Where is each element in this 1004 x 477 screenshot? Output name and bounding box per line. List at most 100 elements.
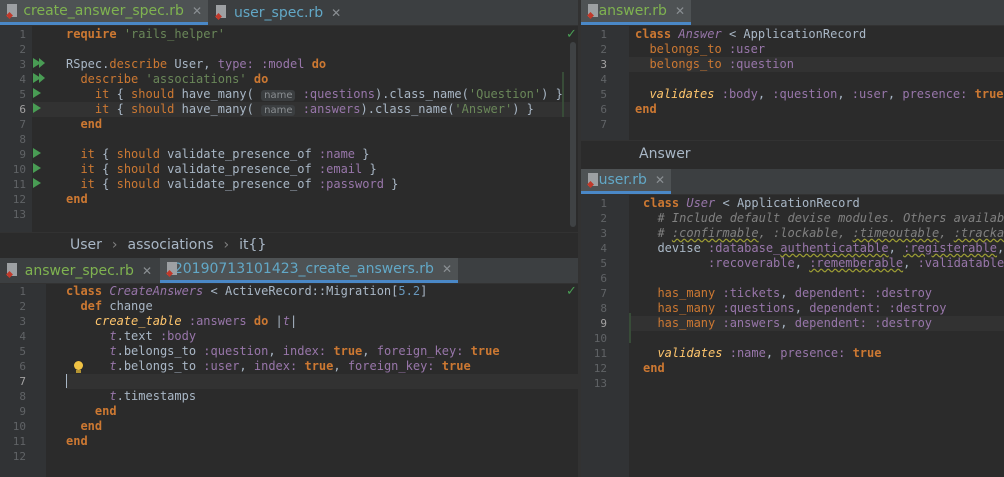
checkmark-icon: ✓ [566, 284, 577, 299]
line-number: 10 [593, 332, 607, 345]
code-line: it { should have_many( name :answers).cl… [94, 102, 534, 116]
tab-create-answer-spec[interactable]: create_answer_spec.rb ✕ [0, 0, 208, 25]
code-line: has_many :tickets, dependent: :destroy [657, 286, 933, 300]
editor-pane-answer-model: answer.rb ✕ 1 2 3 4 5 6 7 class Answer <… [581, 0, 1004, 140]
line-number: 6 [600, 103, 607, 116]
line-number: 4 [600, 242, 607, 255]
run-all-tests-icon[interactable] [33, 58, 45, 68]
ruby-file-icon [587, 172, 598, 188]
line-number: 11 [12, 435, 26, 448]
run-test-icon[interactable] [33, 178, 41, 188]
current-line-highlight [66, 374, 578, 389]
line-number: 8 [600, 302, 607, 315]
gutter: 1 2 3 4 5 6 7 8 9 10 11 12 13 [581, 195, 629, 477]
tab-label: user.rb [598, 172, 647, 188]
tab-user-model[interactable]: user.rb ✕ [581, 169, 671, 194]
code-line: belongs_to :user [649, 42, 766, 56]
line-number: 12 [12, 193, 26, 206]
code-line: t.text :body [109, 329, 197, 343]
line-number: 9 [19, 148, 26, 161]
change-marker [629, 313, 631, 343]
run-all-tests-icon[interactable] [33, 73, 45, 83]
line-number: 3 [600, 227, 607, 240]
tab-user-spec[interactable]: user_spec.rb ✕ [209, 0, 349, 25]
code-line: it { should validate_presence_of :name } [80, 147, 370, 161]
chevron-right-icon: › [111, 236, 118, 253]
code-line: describe 'associations' do [80, 72, 269, 86]
breadcrumb-item[interactable]: Answer [639, 146, 691, 162]
code-line: t.belongs_to :user, index: true, foreign… [109, 359, 471, 373]
tab-create-answers-migration[interactable]: 20190713101423_create_answers.rb ✕ [160, 258, 458, 283]
code-line: class User < ApplicationRecord [643, 196, 860, 210]
code-line: t.timestamps [109, 389, 197, 403]
line-number: 13 [593, 377, 607, 390]
breadcrumb-item[interactable]: associations [128, 237, 214, 253]
run-test-icon[interactable] [33, 163, 41, 173]
line-number: 1 [600, 197, 607, 210]
ruby-test-file-icon [6, 3, 18, 19]
close-icon[interactable]: ✕ [675, 4, 685, 18]
tab-answer-spec[interactable]: answer_spec.rb ✕ [0, 258, 158, 283]
scrollbar[interactable] [570, 42, 576, 227]
breadcrumb-bar: Answer [581, 140, 1004, 169]
line-number: 7 [600, 287, 607, 300]
gutter: 1 2 3 4 5 6 7 [581, 26, 629, 140]
code-line: end [66, 192, 88, 206]
close-icon[interactable]: ✕ [655, 173, 665, 187]
editor-pane-user-model: user.rb ✕ 1 2 3 4 5 6 7 8 9 10 11 12 13 … [581, 169, 1004, 477]
line-number: 7 [600, 118, 607, 131]
close-icon[interactable]: ✕ [331, 6, 341, 20]
line-number: 11 [12, 178, 26, 191]
tab-bar: create_answer_spec.rb ✕ user_spec.rb ✕ [0, 0, 578, 26]
line-number: 7 [19, 118, 26, 131]
ruby-test-file-icon [215, 5, 229, 20]
line-number: 1 [19, 28, 26, 41]
breadcrumb: User › associations › it{} [0, 232, 578, 256]
code-line: # :confirmable, :lockable, :timeoutable,… [643, 226, 1004, 240]
code-line: it { should have_many( name :questions).… [94, 87, 563, 101]
code-line: belongs_to :question [649, 57, 794, 71]
run-test-icon[interactable] [33, 103, 41, 113]
parameter-hint: name [261, 90, 296, 101]
run-test-icon[interactable] [33, 88, 41, 98]
code-line: has_many :questions, dependent: :destroy [657, 301, 947, 315]
tab-answer-model[interactable]: answer.rb ✕ [581, 0, 691, 25]
line-number: 8 [19, 133, 26, 146]
close-icon[interactable]: ✕ [442, 262, 452, 276]
code-line: :recoverable, :rememberable, :validatabl… [708, 256, 1004, 270]
code-line: devise :database_authenticatable, :regis… [643, 241, 1004, 255]
line-number: 12 [12, 450, 26, 463]
line-number: 4 [19, 330, 26, 343]
line-number: 2 [19, 43, 26, 56]
line-number: 6 [600, 272, 607, 285]
code-line: class Answer < ApplicationRecord [635, 27, 867, 41]
ruby-file-icon [587, 3, 598, 19]
tab-label: answer_spec.rb [24, 262, 134, 279]
line-number: 10 [12, 420, 26, 433]
breadcrumb-item[interactable]: it{} [239, 237, 266, 253]
editor-pane-create-answer-spec: create_answer_spec.rb ✕ user_spec.rb ✕ ✓… [0, 0, 578, 232]
line-number: 3 [600, 58, 607, 71]
line-number: 6 [19, 103, 26, 116]
code-line: it { should validate_presence_of :passwo… [80, 177, 399, 191]
tab-label: user_spec.rb [234, 4, 324, 21]
close-icon[interactable]: ✕ [142, 264, 152, 278]
close-icon[interactable]: ✕ [192, 4, 202, 18]
ruby-file-icon [166, 261, 177, 277]
line-number: 4 [600, 73, 607, 86]
line-number: 13 [12, 208, 26, 221]
line-number: 5 [600, 257, 607, 270]
code-line: end [94, 404, 117, 418]
line-number: 2 [19, 300, 26, 313]
tab-label: 20190713101423_create_answers.rb [173, 261, 434, 277]
breadcrumb-item[interactable]: User [70, 237, 102, 253]
run-test-icon[interactable] [33, 148, 41, 158]
parameter-hint: name [261, 105, 296, 116]
gutter: 1 2 3 4 5 6 7 8 9 10 11 12 13 [0, 26, 32, 232]
gutter: 1 2 3 4 5 6 7 8 9 10 11 12 [0, 284, 46, 477]
code-line: end [80, 117, 103, 131]
line-number: 6 [19, 360, 26, 373]
line-number: 2 [600, 43, 607, 56]
tab-bar: answer.rb ✕ [581, 0, 1004, 26]
line-number: 11 [593, 347, 607, 360]
